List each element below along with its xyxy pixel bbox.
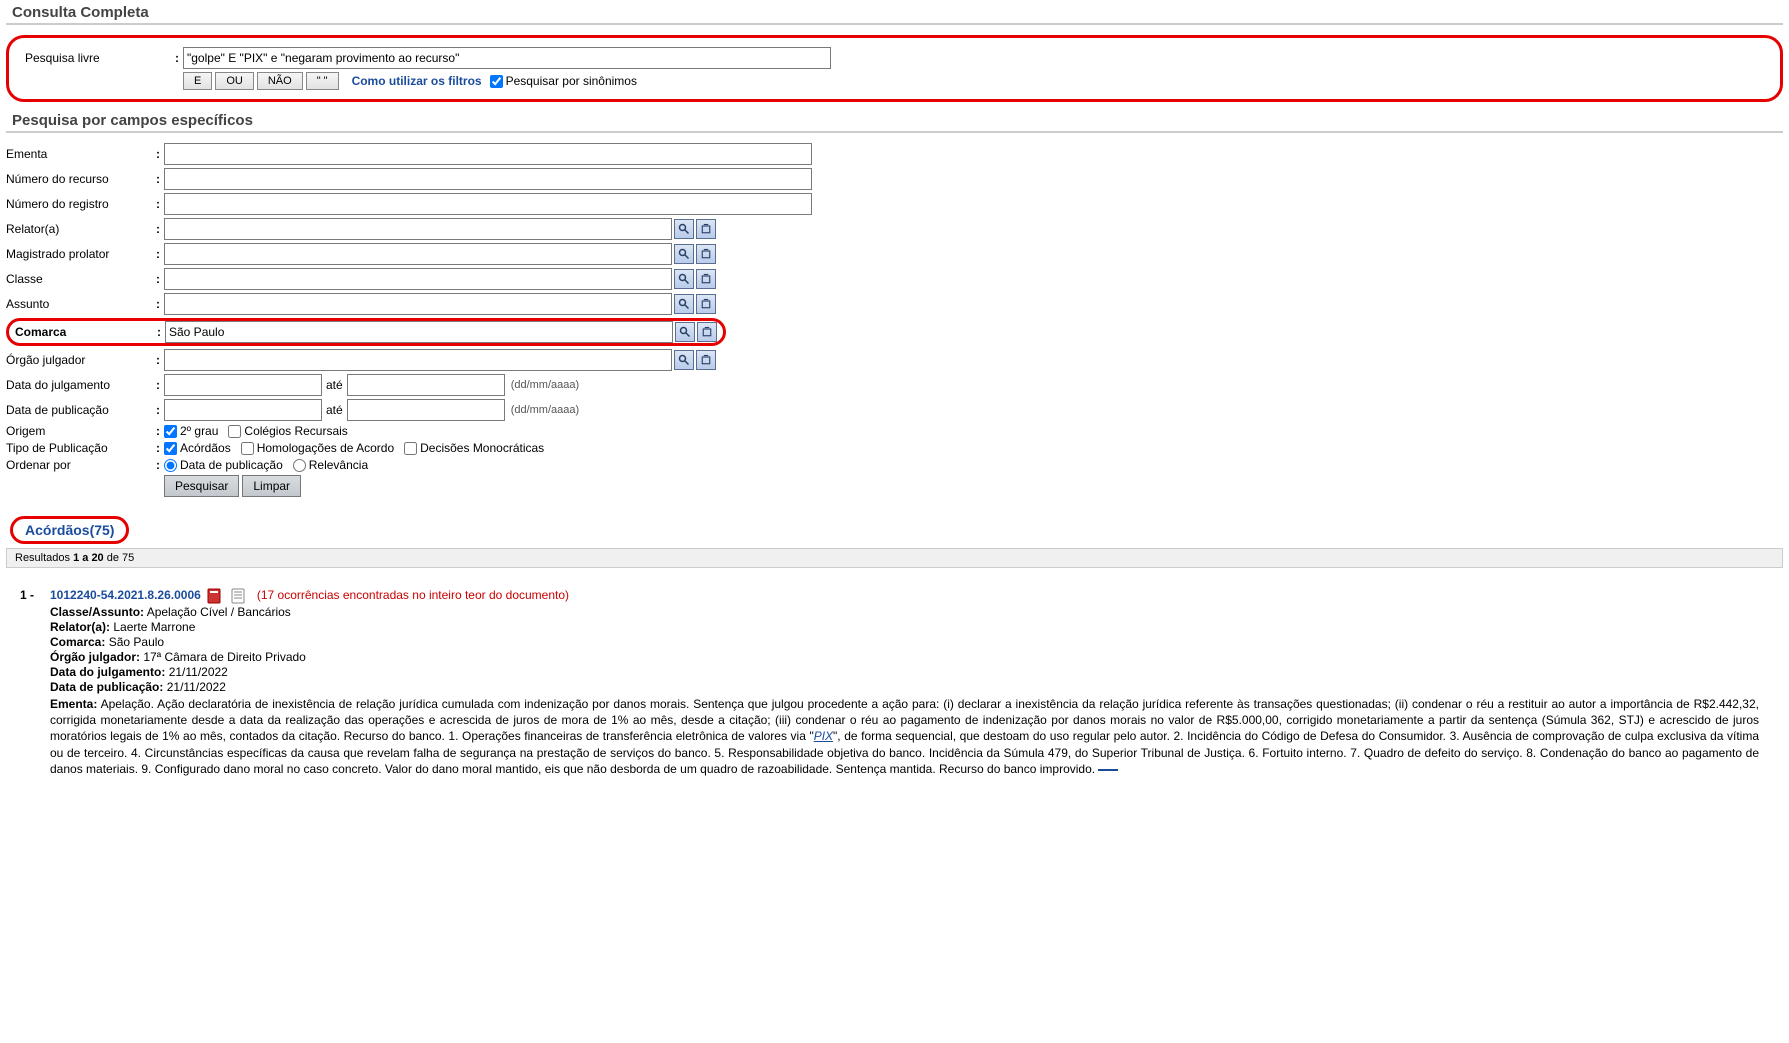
clear-icon[interactable]: [697, 322, 717, 342]
ementa-label: Ementa: [6, 147, 156, 161]
num-registro-label: Número do registro: [6, 197, 156, 211]
assunto-label: Assunto: [6, 297, 156, 311]
filters-help-link[interactable]: Como utilizar os filtros: [352, 74, 482, 88]
data-pub-label: Data de publicação: [6, 403, 156, 417]
process-number-link[interactable]: 1012240-54.2021.8.26.0006: [50, 588, 201, 602]
search-icon[interactable]: [674, 219, 694, 239]
section-title-consulta: Consulta Completa: [6, 0, 1783, 25]
comarca-label: Comarca: [15, 325, 157, 339]
section-title-campos: Pesquisa por campos específicos: [6, 108, 1783, 133]
orgao-input[interactable]: [164, 349, 672, 371]
op-ou-button[interactable]: OU: [215, 72, 254, 90]
magistrado-label: Magistrado prolator: [6, 247, 156, 261]
assunto-input[interactable]: [164, 293, 672, 315]
date-hint: (dd/mm/aaaa): [511, 379, 579, 391]
clear-icon[interactable]: [696, 219, 716, 239]
data-julg-to-input[interactable]: [347, 374, 505, 396]
expand-icon[interactable]: [1098, 769, 1118, 771]
num-recurso-input[interactable]: [164, 168, 812, 190]
clear-icon[interactable]: [696, 294, 716, 314]
pesquisar-button[interactable]: Pesquisar: [164, 475, 239, 497]
origem-2grau-checkbox[interactable]: [164, 425, 177, 438]
free-search-input[interactable]: [183, 47, 831, 69]
pix-highlight: PIX: [814, 729, 833, 743]
result-item: 1 - 1012240-54.2021.8.26.0006 (17 ocorrê…: [20, 588, 1759, 777]
free-search-highlight: Pesquisa livre : E OU NÃO " " Como utili…: [6, 35, 1783, 102]
magistrado-input[interactable]: [164, 243, 672, 265]
clear-icon[interactable]: [696, 269, 716, 289]
occurrence-count: (17 ocorrências encontradas no inteiro t…: [257, 588, 569, 602]
origem-colegios-checkbox[interactable]: [228, 425, 241, 438]
data-julg-from-input[interactable]: [164, 374, 322, 396]
op-e-button[interactable]: E: [183, 72, 212, 90]
classe-input[interactable]: [164, 268, 672, 290]
origem-label: Origem: [6, 424, 156, 438]
date-hint: (dd/mm/aaaa): [511, 404, 579, 416]
search-icon[interactable]: [674, 350, 694, 370]
op-quotes-button[interactable]: " ": [306, 72, 339, 90]
num-registro-input[interactable]: [164, 193, 812, 215]
num-recurso-label: Número do recurso: [6, 172, 156, 186]
synonyms-checkbox[interactable]: [490, 75, 503, 88]
ordenar-label: Ordenar por: [6, 458, 156, 472]
relator-label: Relator(a): [6, 222, 156, 236]
data-pub-from-input[interactable]: [164, 399, 322, 421]
search-icon[interactable]: [674, 244, 694, 264]
clear-icon[interactable]: [696, 244, 716, 264]
op-nao-button[interactable]: NÃO: [257, 72, 303, 90]
relator-input[interactable]: [164, 218, 672, 240]
clear-icon[interactable]: [696, 350, 716, 370]
search-icon[interactable]: [674, 269, 694, 289]
tipo-acordaos-checkbox[interactable]: [164, 442, 177, 455]
tipo-homolog-checkbox[interactable]: [241, 442, 254, 455]
search-icon[interactable]: [674, 294, 694, 314]
results-count-bar: Resultados 1 a 20 de 75: [6, 548, 1783, 568]
tipo-monocraticas-checkbox[interactable]: [404, 442, 417, 455]
pdf-icon[interactable]: [207, 588, 221, 604]
data-julg-label: Data do julgamento: [6, 378, 156, 392]
ordenar-relev-radio[interactable]: [293, 459, 306, 472]
classe-label: Classe: [6, 272, 156, 286]
synonyms-label: Pesquisar por sinônimos: [506, 74, 637, 88]
comarca-highlight: Comarca :: [6, 318, 726, 346]
search-icon[interactable]: [675, 322, 695, 342]
comarca-input[interactable]: [165, 321, 673, 343]
orgao-label: Órgão julgador: [6, 353, 156, 367]
result-index: 1 -: [20, 588, 50, 777]
limpar-button[interactable]: Limpar: [242, 475, 301, 497]
acordaos-tab[interactable]: Acórdãos(75): [10, 516, 129, 544]
ordenar-data-radio[interactable]: [164, 459, 177, 472]
ementa-text: Ementa: Apelação. Ação declaratória de i…: [50, 696, 1759, 777]
doc-icon[interactable]: [231, 588, 245, 604]
tipo-pub-label: Tipo de Publicação: [6, 441, 156, 455]
free-search-label: Pesquisa livre: [25, 51, 175, 65]
data-pub-to-input[interactable]: [347, 399, 505, 421]
ementa-input[interactable]: [164, 143, 812, 165]
